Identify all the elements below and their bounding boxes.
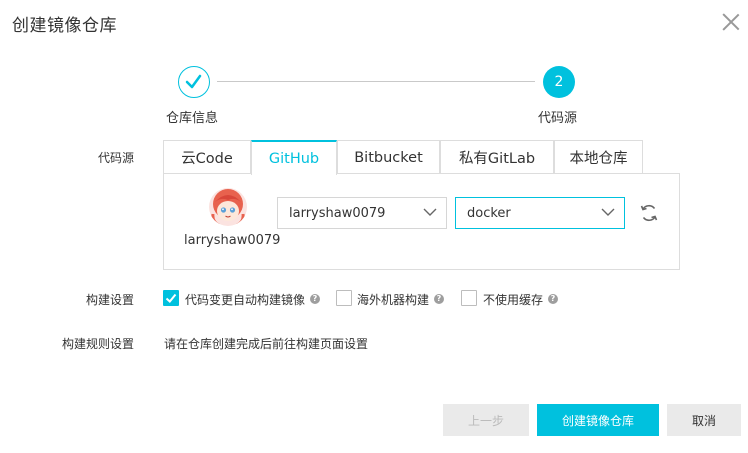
prev-step-button[interactable]: 上一步 <box>443 404 529 436</box>
account-name: larryshaw0079 <box>184 233 281 248</box>
help-icon[interactable]: ? <box>548 294 558 304</box>
tab-private-gitlab[interactable]: 私有GitLab <box>440 140 554 174</box>
build-rules-label: 构建规则设置 <box>61 337 134 351</box>
overseas-build-label: 海外机器构建 <box>357 293 430 307</box>
avatar <box>209 188 247 226</box>
auto-build-checkbox[interactable] <box>163 290 179 306</box>
tab-yuncode[interactable]: 云Code <box>163 140 251 174</box>
check-icon <box>185 74 202 89</box>
step-connector <box>217 81 535 82</box>
build-rules-text: 请在仓库创建完成后前往构建页面设置 <box>164 337 369 351</box>
step-2-label: 代码源 <box>538 111 578 126</box>
no-cache-checkbox[interactable] <box>461 290 477 306</box>
tab-github[interactable]: GitHub <box>251 140 337 175</box>
no-cache-label: 不使用缓存 <box>483 293 544 307</box>
create-repo-button[interactable]: 创建镜像仓库 <box>537 404 659 436</box>
auto-build-label: 代码变更自动构建镜像 <box>185 293 306 307</box>
help-icon[interactable]: ? <box>434 294 444 304</box>
chevron-down-icon <box>601 208 615 216</box>
build-settings-label: 构建设置 <box>85 293 134 307</box>
help-icon[interactable]: ? <box>310 294 320 304</box>
dialog-title: 创建镜像仓库 <box>12 16 117 36</box>
step-1-done-indicator <box>178 66 210 98</box>
repo-select-value: docker <box>467 205 511 221</box>
overseas-build-checkbox[interactable] <box>336 290 352 306</box>
check-icon <box>165 293 177 303</box>
refresh-icon[interactable] <box>639 203 659 223</box>
source-label: 代码源 <box>97 151 134 165</box>
create-repo-dialog: 创建镜像仓库 2 仓库信息 代码源 代码源 云Code GitHub Bitbu… <box>0 0 748 453</box>
tab-local-repo[interactable]: 本地仓库 <box>554 140 643 174</box>
close-icon[interactable] <box>722 13 740 31</box>
step-2-indicator: 2 <box>543 66 575 98</box>
cancel-button[interactable]: 取消 <box>667 404 741 436</box>
namespace-select-value: larryshaw0079 <box>289 205 386 221</box>
step-1-label: 仓库信息 <box>166 111 219 126</box>
repo-select[interactable]: docker <box>455 197 625 229</box>
tab-bitbucket[interactable]: Bitbucket <box>337 140 440 174</box>
chevron-down-icon <box>423 208 437 216</box>
namespace-select[interactable]: larryshaw0079 <box>277 197 447 229</box>
